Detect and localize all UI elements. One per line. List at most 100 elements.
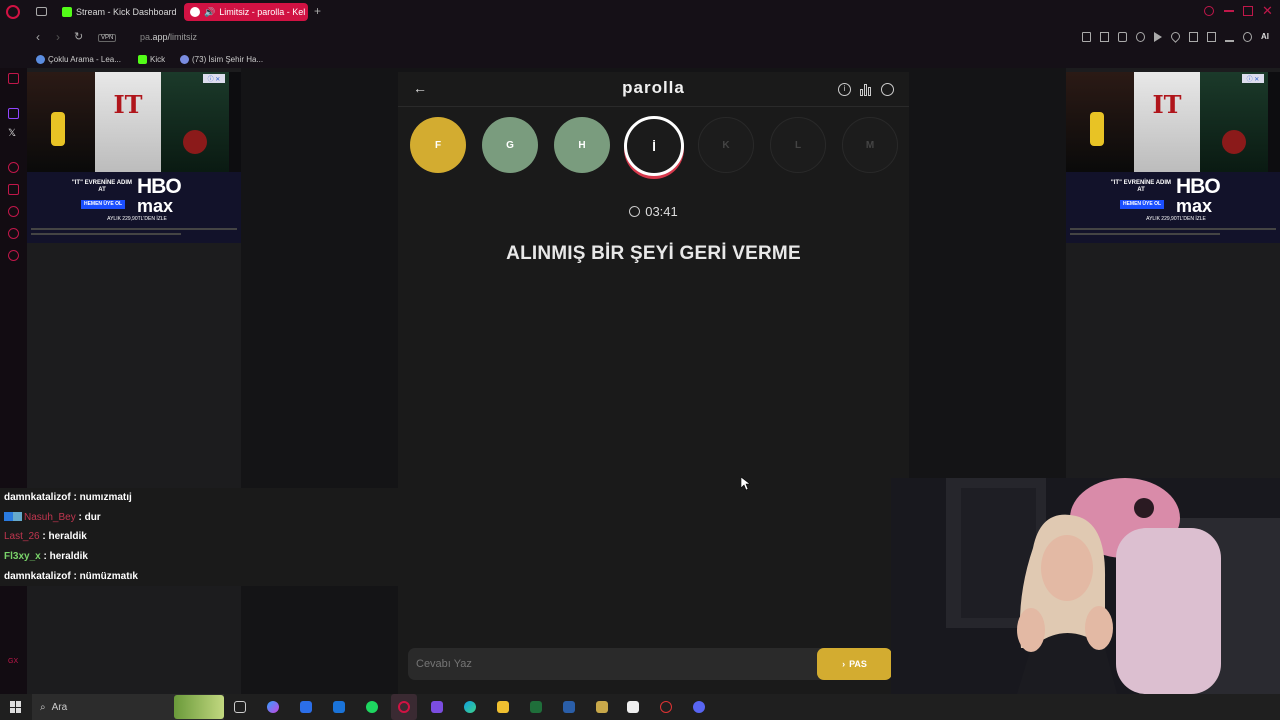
x-icon[interactable]: 𝕏 <box>8 128 16 139</box>
tab-parolla[interactable]: 🔊 Limitsiz - parolla - Kel <box>184 3 308 21</box>
browser-titlebar: Stream - Kick Dashboard 🔊 Limitsiz - par… <box>0 0 1280 24</box>
pinboard-icon[interactable] <box>8 184 19 195</box>
address-bar-row: ‹ › ↻ VPN pa .app/ limitsiz AI <box>0 24 1280 52</box>
profile-icon[interactable] <box>1243 32 1252 42</box>
ai-icon[interactable]: AI <box>1261 32 1273 42</box>
league-icon[interactable] <box>596 701 608 713</box>
discord-icon[interactable] <box>693 701 705 713</box>
audio-app-icon[interactable] <box>627 701 639 713</box>
bookmark-item[interactable]: Çoklu Arama - Lea... <box>36 55 121 64</box>
chat-message: Nasuh_Bey : dur <box>4 512 101 523</box>
clipchamp-icon[interactable] <box>431 701 443 713</box>
settings-icon[interactable] <box>8 250 19 261</box>
extensions-icon[interactable] <box>1189 32 1198 42</box>
file-explorer-icon[interactable] <box>497 701 509 713</box>
adblock-icon[interactable] <box>1118 32 1127 42</box>
account-icon[interactable] <box>881 83 894 96</box>
url-path: limitsiz <box>170 32 198 42</box>
ad-subscribe-button[interactable]: HEMEN ÜYE OL <box>81 200 125 209</box>
game-header: ← parolla i <box>398 72 909 107</box>
ad-subscribe-button[interactable]: HEMEN ÜYE OL <box>1120 200 1164 209</box>
maximize-button[interactable] <box>1243 6 1253 16</box>
close-window-button[interactable]: ✕ <box>1262 3 1273 19</box>
ad-fineprint-line <box>1070 228 1276 230</box>
tab-menu-icon[interactable] <box>36 7 47 16</box>
bookmark-item[interactable]: (73) İsim Şehir Ha... <box>180 55 263 64</box>
ad-poster-right <box>1200 72 1268 172</box>
timer-value: 03:41 <box>645 204 678 219</box>
forward-button[interactable]: › <box>56 30 60 44</box>
messenger-icon[interactable] <box>8 73 19 84</box>
pass-button[interactable]: › PAS <box>817 648 892 680</box>
search-placeholder: Ara <box>51 701 68 713</box>
taskbar-search[interactable]: ⌕ Ara <box>32 694 224 720</box>
red-balloon-image <box>1222 130 1246 154</box>
letter-circle-m: M <box>842 117 898 173</box>
url-field[interactable]: pa .app/ limitsiz <box>140 32 197 42</box>
app-icon[interactable] <box>530 701 542 713</box>
parolla-icon <box>190 7 200 17</box>
right-ad-column: IT ⓘ ✕ "IT" EVRENİNE ADIM AT HEMEN ÜYE O… <box>1066 68 1280 478</box>
clock-icon[interactable] <box>8 206 19 217</box>
history-icon[interactable] <box>8 162 19 173</box>
ad-choices-icon[interactable]: ⓘ ✕ <box>203 74 225 83</box>
gx-icon[interactable]: GX <box>8 658 18 665</box>
twitch-icon[interactable] <box>8 108 19 119</box>
reload-button[interactable]: ↻ <box>74 30 83 43</box>
ad-poster-left <box>1066 72 1134 172</box>
windows-taskbar: ⌕ Ara <box>0 694 1280 720</box>
ad-fineprint-line <box>31 233 181 235</box>
ad-poster-right <box>161 72 229 172</box>
search-tabs-icon[interactable] <box>1204 6 1214 16</box>
pin-icon[interactable] <box>1082 32 1091 42</box>
windows-start-icon[interactable] <box>10 701 22 713</box>
hbo-ad-banner[interactable]: IT ⓘ ✕ "IT" EVRENİNE ADIM AT HEMEN ÜYE O… <box>27 72 241 243</box>
task-view-icon[interactable] <box>234 701 246 713</box>
timer: 03:41 <box>398 204 909 219</box>
answer-input[interactable] <box>416 648 816 680</box>
minimize-button[interactable] <box>1224 10 1234 12</box>
raincoat-figure-image <box>1090 112 1104 146</box>
bag-icon[interactable] <box>8 228 19 239</box>
raincoat-figure-image <box>51 112 65 146</box>
ad-tagline: "IT" EVRENİNE ADIM AT <box>71 180 133 194</box>
stats-icon[interactable] <box>860 83 873 96</box>
url-host: pa <box>140 32 151 42</box>
app-icon[interactable] <box>563 701 575 713</box>
copilot-icon[interactable] <box>267 701 279 713</box>
ad-choices-icon[interactable]: ⓘ ✕ <box>1242 74 1264 83</box>
badge-icon <box>13 512 22 521</box>
back-button[interactable]: ‹ <box>36 30 40 44</box>
new-tab-button[interactable]: + <box>314 4 321 18</box>
store-icon[interactable] <box>300 701 312 713</box>
chat-username: Nasuh_Bey <box>24 512 76 523</box>
chat-message: damnkatalizof : numızmatıj <box>4 492 132 503</box>
info-icon[interactable]: i <box>838 83 851 96</box>
bookmark-item[interactable]: Kick <box>138 55 165 64</box>
vpn-badge[interactable]: VPN <box>98 34 117 42</box>
hbo-ad-banner[interactable]: IT ⓘ ✕ "IT" EVRENİNE ADIM AT HEMEN ÜYE O… <box>1066 72 1280 243</box>
opera-logo-icon[interactable] <box>6 5 20 19</box>
spotify-icon[interactable] <box>366 701 378 713</box>
snapshot-icon[interactable] <box>1100 32 1109 42</box>
ad-info-strip: "IT" EVRENİNE ADIM AT HEMEN ÜYE OL HBO m… <box>1066 172 1280 243</box>
badge-icon <box>4 512 13 521</box>
ad-fineprint-line <box>1070 233 1220 235</box>
ad-fineprint-line <box>31 228 237 230</box>
edge-icon[interactable] <box>464 701 476 713</box>
tab-label: Limitsiz - parolla - Kel <box>219 7 306 17</box>
heart-icon[interactable] <box>1169 30 1182 43</box>
camera-icon[interactable] <box>1136 32 1145 42</box>
webcam-image <box>891 478 1280 694</box>
chat-username: Last_26 <box>4 531 40 542</box>
download-icon[interactable] <box>1225 32 1234 42</box>
letter-circle-i-active: İ <box>624 116 684 176</box>
url-domain: .app/ <box>150 32 171 42</box>
tab-kick-dashboard[interactable]: Stream - Kick Dashboard <box>56 3 180 21</box>
opera-gx-taskbar-item[interactable] <box>391 694 417 720</box>
riot-client-icon[interactable] <box>660 701 672 713</box>
share-icon[interactable] <box>1207 32 1216 42</box>
bookmark-label: Çoklu Arama - Lea... <box>48 55 121 64</box>
outlook-icon[interactable] <box>333 701 345 713</box>
play-icon[interactable] <box>1154 32 1162 42</box>
